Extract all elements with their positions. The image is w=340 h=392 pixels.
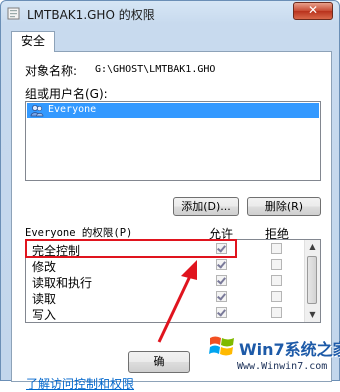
object-name-label: 对象名称: xyxy=(25,64,78,78)
scroll-up-icon[interactable]: ▲ xyxy=(305,240,320,254)
table-row: 修改 xyxy=(26,257,305,274)
groups-list[interactable]: Everyone xyxy=(25,101,321,181)
allow-checkbox[interactable] xyxy=(216,291,227,302)
close-icon: ✕ xyxy=(307,3,319,17)
scroll-thumb[interactable] xyxy=(307,256,317,304)
learn-access-control-link[interactable]: 了解访问控制和权限 xyxy=(26,375,134,392)
table-row: 写入 xyxy=(26,305,305,322)
table-row: 完全控制 xyxy=(26,241,305,258)
deny-checkbox[interactable] xyxy=(271,259,282,270)
table-row: 读取和执行 xyxy=(26,273,305,290)
permissions-label: Everyone 的权限(P) xyxy=(25,227,133,239)
title-bar[interactable]: LMTBAK1.GHO 的权限 ✕ xyxy=(1,1,339,27)
list-item[interactable]: Everyone xyxy=(27,103,319,118)
document-icon xyxy=(7,7,20,20)
deny-checkbox[interactable] xyxy=(271,275,282,286)
tab-security[interactable]: 安全 xyxy=(11,31,55,52)
add-button[interactable]: 添加(D)... xyxy=(173,197,239,216)
deny-checkbox[interactable] xyxy=(271,291,282,302)
groups-label: 组或用户名(G): xyxy=(25,87,108,101)
deny-checkbox[interactable] xyxy=(271,307,282,318)
users-icon xyxy=(30,105,44,117)
permissions-dialog: LMTBAK1.GHO 的权限 ✕ 安全 对象名称: G:\GHOST\LMTB… xyxy=(0,0,340,391)
ok-button[interactable]: 确 xyxy=(128,351,190,373)
permissions-table[interactable]: 完全控制 修改 读取和执行 读取 写入 ▲ ▼ xyxy=(25,239,321,323)
window-title: LMTBAK1.GHO 的权限 xyxy=(27,8,155,22)
allow-checkbox[interactable] xyxy=(216,307,227,318)
allow-checkbox[interactable] xyxy=(216,275,227,286)
scroll-down-icon[interactable]: ▼ xyxy=(305,308,320,322)
security-panel: 对象名称: G:\GHOST\LMTBAK1.GHO 组或用户名(G): Eve… xyxy=(11,51,332,391)
permission-name: 写入 xyxy=(32,308,57,322)
remove-button[interactable]: 删除(R) xyxy=(247,197,321,216)
allow-checkbox[interactable] xyxy=(216,243,227,254)
scrollbar[interactable]: ▲ ▼ xyxy=(304,240,320,322)
object-name-value: G:\GHOST\LMTBAK1.GHO xyxy=(95,64,216,75)
table-row: 读取 xyxy=(26,289,305,306)
deny-checkbox[interactable] xyxy=(271,243,282,254)
allow-checkbox[interactable] xyxy=(216,259,227,270)
list-item-label: Everyone xyxy=(48,104,97,115)
close-button[interactable]: ✕ xyxy=(293,2,333,20)
